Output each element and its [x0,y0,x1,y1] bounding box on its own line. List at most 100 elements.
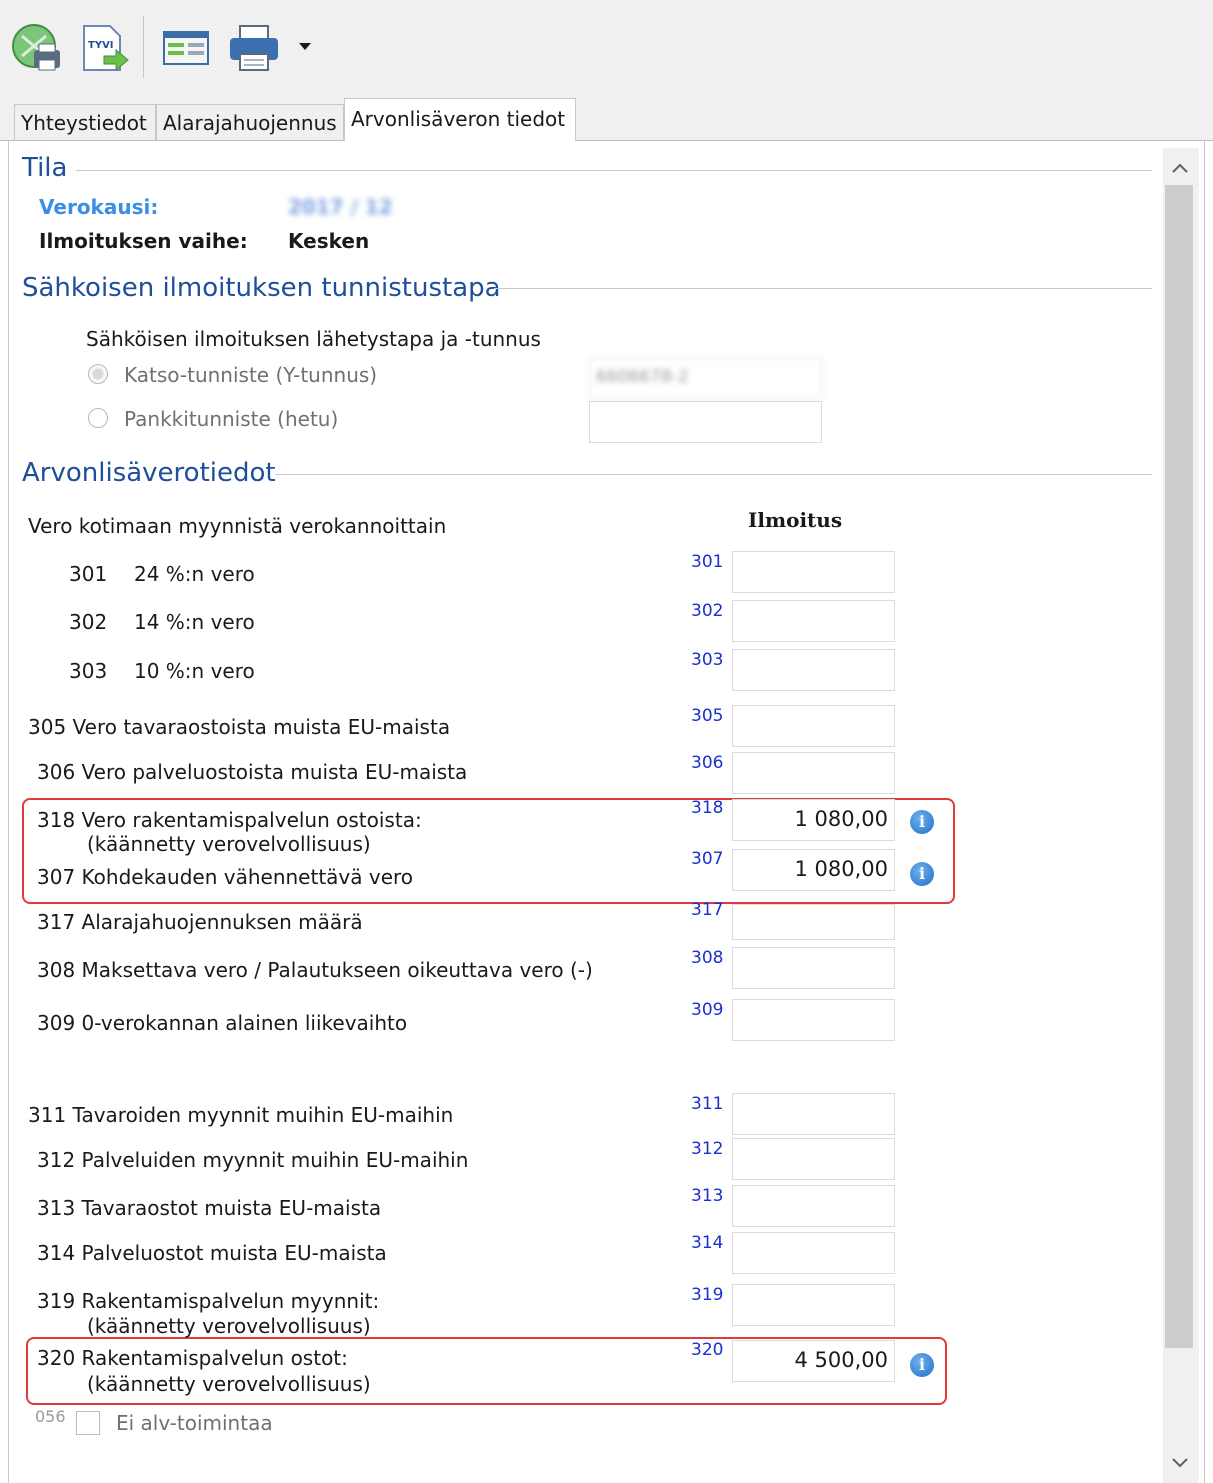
row-319-sublabel: (käännetty verovelvollisuus) [87,1314,371,1338]
row-319-field[interactable] [732,1284,895,1326]
identification-section-title: Sähkoisen ilmoituksen tunnistustapa [22,273,501,303]
no-vat-label: Ei alv-toimintaa [116,1411,273,1435]
row-303-code: 303 [691,650,724,670]
row-302-field[interactable] [732,600,895,642]
bank-radio[interactable] [88,408,108,428]
row-305-field[interactable] [732,705,895,747]
no-vat-checkbox[interactable] [76,1411,100,1435]
row-306-field[interactable] [732,752,895,794]
tab-yhteystiedot[interactable]: Yhteystiedot [14,104,156,140]
tab-arvonlisaveron-tiedot[interactable]: Arvonlisäveron tiedot [344,98,576,141]
row-317-field[interactable] [732,904,895,940]
send-print-icon [12,24,60,71]
row-312-field[interactable] [732,1138,895,1180]
row-317-code: 317 [691,900,724,920]
row-303-number: 303 [69,659,108,683]
row-305-label: 305 Vero tavaraostoista muista EU-maista [28,715,451,739]
row-307-field[interactable]: 1 080,00 [732,849,895,891]
row-308-label: 308 Maksettava vero / Palautukseen oikeu… [37,958,593,982]
katso-id-field[interactable]: 6606678-2 [589,357,822,399]
row-319-code: 319 [691,1285,724,1305]
section-divider [275,474,1152,475]
row-303-label: 10 %:n vero [134,659,255,683]
row-309-label: 309 0-verokannan alainen liikevaihto [37,1011,408,1035]
row-302-code: 302 [691,601,724,621]
row-313-code: 313 [691,1186,724,1206]
section-divider [494,288,1152,289]
row-307-label: 307 Kohdekauden vähennettävä vero [37,865,414,889]
row-308-field[interactable] [732,947,895,989]
row-306-code: 306 [691,753,724,773]
tyvi-send-button[interactable]: TYVI [76,22,132,74]
chevron-down-icon [299,43,311,50]
domestic-sales-header: Vero kotimaan myynnistä verokannoittain [28,514,447,538]
row-318-field[interactable]: 1 080,00 [732,799,895,841]
bank-id-field[interactable] [589,401,822,443]
row-305-code: 305 [691,706,724,726]
tila-section-title: Tila [22,153,68,183]
row-313-label: 313 Tavaraostot muista EU-maista [37,1196,382,1220]
scroll-down-button[interactable] [1170,1452,1190,1476]
row-318-label: 318 Vero rakentamispalvelun ostoista: [37,808,422,832]
row-303-field[interactable] [732,649,895,691]
period-label: Verokausi: [39,195,159,219]
form-view-button[interactable] [158,22,214,74]
row-301-code: 301 [691,552,724,572]
period-value: 2017 / 12 [288,195,393,219]
info-icon[interactable]: i [910,1353,934,1377]
tab-label: Arvonlisäveron tiedot [351,107,566,131]
send-print-button[interactable] [8,22,64,74]
row-320-sublabel: (käännetty verovelvollisuus) [87,1372,371,1396]
row-302-label: 14 %:n vero [134,610,255,634]
row-314-field[interactable] [732,1232,895,1274]
row-319-label: 319 Rakentamispalvelun myynnit: [37,1289,380,1313]
row-301-label: 24 %:n vero [134,562,255,586]
row-306-label: 306 Vero palveluostoista muista EU-maist… [37,760,468,784]
print-button[interactable] [226,22,282,74]
print-dropdown-button[interactable] [296,36,314,60]
row-311-code: 311 [691,1094,724,1114]
row-314-label: 314 Palveluostot muista EU-maista [37,1241,387,1265]
row-320-code: 320 [691,1340,724,1360]
row-312-label: 312 Palveluiden myynnit muihin EU-maihin [37,1148,469,1172]
row-301-field[interactable] [732,551,895,593]
row-313-field[interactable] [732,1185,895,1227]
tab-label: Alarajahuojennus [163,111,337,135]
tyvi-send-icon: TYVI [83,25,129,72]
identification-subtitle: Sähköisen ilmoituksen lähetystapa ja -tu… [86,327,541,351]
no-vat-code: 056 [35,1407,66,1426]
ilmoitus-column-header: Ilmoitus [748,508,843,532]
row-308-code: 308 [691,948,724,968]
row-307-code: 307 [691,849,724,869]
katso-radio-label: Katso-tunniste (Y-tunnus) [124,363,378,387]
row-311-label: 311 Tavaroiden myynnit muihin EU-maihin [28,1103,454,1127]
katso-radio[interactable] [88,364,108,384]
row-311-field[interactable] [732,1093,895,1135]
row-312-code: 312 [691,1139,724,1159]
bank-radio-label: Pankkitunniste (hetu) [124,407,339,431]
scroll-up-button[interactable] [1170,157,1190,181]
chevron-up-icon [1172,163,1188,173]
section-divider [76,170,1152,171]
vat-section-title: Arvonlisäverotiedot [22,458,276,488]
tyvi-text: TYVI [88,40,114,51]
tab-alarajahuojennus[interactable]: Alarajahuojennus [156,104,344,140]
form-view-icon [163,31,209,65]
printer-icon [230,25,278,71]
row-309-field[interactable] [732,999,895,1041]
info-icon[interactable]: i [910,862,934,886]
row-301-number: 301 [69,562,108,586]
chevron-down-icon [1172,1458,1188,1468]
info-icon[interactable]: i [910,810,934,834]
row-317-label: 317 Alarajahuojennuksen määrä [37,910,363,934]
row-302-number: 302 [69,610,108,634]
row-318-code: 318 [691,798,724,818]
row-320-label: 320 Rakentamispalvelun ostot: [37,1346,348,1370]
stage-label: Ilmoituksen vaihe: [39,229,248,253]
scrollbar-thumb[interactable] [1165,185,1193,1348]
row-314-code: 314 [691,1233,724,1253]
toolbar: TYVI [0,0,1213,99]
toolbar-separator [143,16,144,78]
stage-value: Kesken [288,229,370,253]
row-320-field[interactable]: 4 500,00 [732,1340,895,1382]
